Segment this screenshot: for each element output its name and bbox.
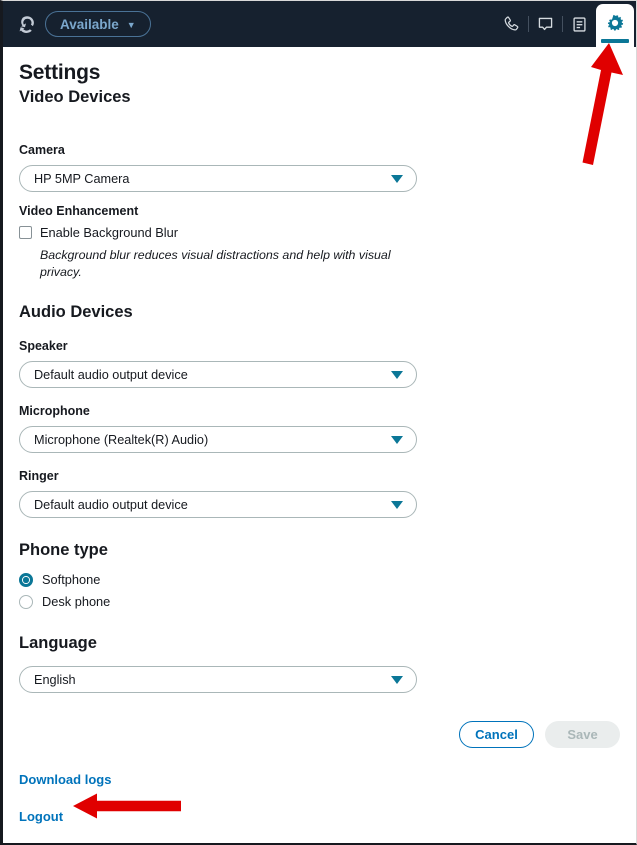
radio-desk-phone[interactable]: Desk phone <box>19 594 620 609</box>
app-header: Available ▼ <box>3 1 636 47</box>
chevron-down-icon <box>391 675 403 684</box>
microphone-select[interactable]: Microphone (Realtek(R) Audio) <box>19 426 417 454</box>
agent-status-label: Available <box>60 16 119 32</box>
settings-gear-icon[interactable] <box>596 4 634 47</box>
agent-status-dropdown[interactable]: Available ▼ <box>45 11 151 37</box>
microphone-select-value: Microphone (Realtek(R) Audio) <box>34 432 209 447</box>
radio-unselected-icon <box>19 594 33 609</box>
speaker-label: Speaker <box>19 339 68 354</box>
phone-type-heading: Phone type <box>19 541 108 560</box>
ccp-settings-window: Available ▼ Settings Video Devices Camer… <box>0 0 637 845</box>
chevron-down-icon <box>391 370 403 379</box>
camera-select[interactable]: HP 5MP Camera <box>19 165 417 192</box>
radio-selected-icon <box>19 572 33 587</box>
camera-label: Camera <box>19 143 65 157</box>
camera-select-value: HP 5MP Camera <box>34 171 130 186</box>
download-logs-link[interactable]: Download logs <box>19 772 111 787</box>
settings-content: Settings Video Devices Camera HP 5MP Cam… <box>3 47 636 694</box>
audio-devices-heading: Audio Devices <box>19 303 133 322</box>
ringer-select-value: Default audio output device <box>34 497 188 512</box>
phone-icon[interactable] <box>495 1 528 47</box>
speaker-select-value: Default audio output device <box>34 367 188 382</box>
page-title: Settings <box>19 61 101 84</box>
enable-background-blur-label: Enable Background Blur <box>40 225 179 240</box>
radio-desk-phone-label: Desk phone <box>42 594 111 610</box>
checkbox-box-icon <box>19 226 32 239</box>
page-subtitle: Video Devices <box>19 88 131 106</box>
cancel-button[interactable]: Cancel <box>459 721 534 749</box>
background-blur-helper-text: Background blur reduces visual distracti… <box>40 248 391 279</box>
video-enhancement-label: Video Enhancement <box>19 204 139 218</box>
radio-softphone[interactable]: Softphone <box>19 572 620 587</box>
save-button: Save <box>545 721 620 749</box>
language-select-value: English <box>34 672 76 687</box>
tasks-icon[interactable] <box>563 1 596 47</box>
chevron-down-icon <box>391 500 403 509</box>
connect-cloud-logo-icon <box>11 14 45 34</box>
chevron-down-icon: ▼ <box>126 19 136 30</box>
language-select[interactable]: English <box>19 666 417 694</box>
active-tab-underline <box>601 39 629 43</box>
logout-link[interactable]: Logout <box>19 809 63 824</box>
chevron-down-icon <box>391 435 403 444</box>
speaker-select[interactable]: Default audio output device <box>19 361 417 389</box>
radio-softphone-label: Softphone <box>42 572 101 588</box>
chevron-down-icon <box>391 174 403 183</box>
chat-icon[interactable] <box>529 1 562 47</box>
settings-action-buttons: Cancel Save <box>3 721 636 749</box>
language-heading: Language <box>19 634 97 653</box>
enable-background-blur-checkbox[interactable]: Enable Background Blur <box>19 225 620 240</box>
ringer-select[interactable]: Default audio output device <box>19 491 417 519</box>
ringer-label: Ringer <box>19 469 59 484</box>
microphone-label: Microphone <box>19 404 90 419</box>
header-icon-group <box>495 1 636 47</box>
